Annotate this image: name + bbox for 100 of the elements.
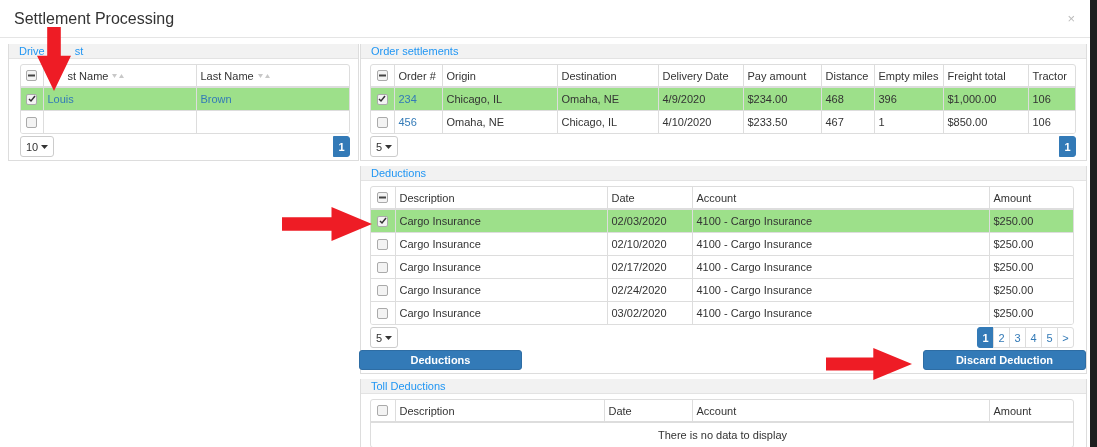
checkbox[interactable]: [377, 215, 389, 227]
checkbox[interactable]: [26, 70, 38, 81]
table-cell: Chicago, IL: [557, 110, 658, 133]
check-icon: [27, 95, 36, 103]
empty-message: There is no data to display: [371, 422, 1073, 447]
window-title: Settlement Processing: [14, 9, 175, 28]
table-cell: 4100 - Cargo Insurance: [692, 209, 989, 233]
page-button[interactable]: >: [1057, 327, 1074, 348]
page-size-dropdown[interactable]: 5: [370, 136, 399, 157]
table-cell: $250.00: [989, 232, 1073, 256]
table-cell: $250.00: [989, 209, 1073, 233]
checkbox[interactable]: [376, 70, 388, 81]
checkbox[interactable]: [377, 192, 389, 203]
column-header[interactable]: Distance: [825, 69, 869, 82]
table-row[interactable]: Cargo Insurance 03/02/2020 4100 - Cargo Insurance $250.00: [371, 301, 1073, 324]
column-header[interactable]: Date: [611, 191, 635, 204]
column-header[interactable]: Tractor: [1032, 69, 1067, 82]
column-header[interactable]: Date: [608, 404, 632, 417]
table-cell: Omaha, NE: [557, 87, 658, 111]
page-size-dropdown[interactable]: 10: [20, 136, 55, 157]
column-header[interactable]: Account: [696, 404, 737, 417]
table-cell: 02/24/2020: [607, 278, 692, 302]
panel-title: Toll Deductions: [371, 380, 446, 392]
table-cell: 02/10/2020: [607, 232, 692, 256]
column-header[interactable]: Account: [696, 191, 737, 204]
panel-title: st: [74, 45, 84, 57]
checkbox[interactable]: [376, 116, 388, 128]
column-header[interactable]: Amount: [993, 404, 1032, 417]
sort-icon[interactable]: [112, 72, 125, 79]
checkbox[interactable]: [376, 93, 388, 105]
panel-title: Deductions: [371, 167, 427, 179]
sort-icon[interactable]: [257, 72, 270, 79]
table-cell: 396: [874, 87, 943, 111]
arrow-icon: [282, 207, 372, 241]
checkbox[interactable]: [26, 116, 38, 128]
column-header[interactable]: Description: [399, 191, 455, 204]
table-cell: Cargo Insurance: [395, 232, 607, 256]
table-cell: 4/9/2020: [658, 87, 743, 111]
panel-title: Order settlements: [371, 45, 459, 57]
column-header[interactable]: Freight total: [947, 69, 1006, 82]
column-header[interactable]: Description: [399, 404, 455, 417]
column-header[interactable]: Destination: [561, 69, 617, 82]
table-cell: 02/03/2020: [607, 209, 692, 233]
table-cell: 4100 - Cargo Insurance: [692, 255, 989, 279]
minus-icon: [378, 74, 386, 77]
panel-title: Drive: [19, 45, 45, 57]
checkbox[interactable]: [377, 307, 389, 319]
table-cell: 02/17/2020: [607, 255, 692, 279]
column-header[interactable]: Amount: [993, 191, 1032, 204]
table-cell: 106: [1028, 110, 1075, 133]
table-cell: 4100 - Cargo Insurance: [692, 232, 989, 256]
column-header[interactable]: Delivery Date: [662, 69, 729, 82]
page-button[interactable]: 1: [333, 136, 350, 157]
caret-icon: [41, 144, 49, 149]
table-cell: $850.00: [943, 110, 1028, 133]
arrow-icon: [826, 348, 912, 380]
check-icon: [378, 217, 387, 225]
column-header[interactable]: Pay amount: [747, 69, 807, 82]
minus-icon: [379, 196, 387, 199]
table-cell: 03/02/2020: [607, 301, 692, 324]
table-row[interactable]: Cargo Insurance 02/03/2020 4100 - Cargo Insurance $250.00: [371, 209, 1073, 233]
table-cell: 4100 - Cargo Insurance: [692, 301, 989, 324]
table-cell: Cargo Insurance: [395, 278, 607, 302]
table-cell: $234.00: [743, 87, 821, 111]
table-cell: 1: [874, 110, 943, 133]
table-cell: $233.50: [743, 110, 821, 133]
action-button[interactable]: Deductions: [359, 350, 522, 370]
table-row[interactable]: 456 Omaha, NE Chicago, IL 4/10/2020 $233.50 467 1 $850.00 106: [371, 110, 1075, 133]
column-header[interactable]: st Name: [67, 69, 109, 82]
table-cell: $250.00: [989, 278, 1073, 302]
column-header[interactable]: Last Name: [200, 69, 254, 82]
table-cell: 467: [821, 110, 874, 133]
table-cell: 4100 - Cargo Insurance: [692, 278, 989, 302]
table-cell: $250.00: [989, 255, 1073, 279]
table-row[interactable]: [21, 110, 349, 133]
page-button[interactable]: 1: [1059, 136, 1076, 157]
table-cell: 468: [821, 87, 874, 111]
checkbox[interactable]: [377, 238, 389, 250]
table-row[interactable]: Cargo Insurance 02/17/2020 4100 - Cargo Insurance $250.00: [371, 255, 1073, 279]
page-size-dropdown[interactable]: 5: [370, 327, 399, 348]
checkbox[interactable]: [377, 284, 389, 296]
table-row[interactable]: Cargo Insurance 02/10/2020 4100 - Cargo Insurance $250.00: [371, 232, 1073, 256]
table-cell: Chicago, IL: [442, 87, 557, 111]
checkbox[interactable]: [26, 93, 38, 105]
table-row[interactable]: Cargo Insurance 02/24/2020 4100 - Cargo Insurance $250.00: [371, 278, 1073, 302]
link[interactable]: 456: [394, 110, 442, 133]
column-header[interactable]: Empty miles: [878, 69, 939, 82]
column-header[interactable]: Origin: [446, 69, 476, 82]
column-header[interactable]: Order #: [398, 69, 436, 82]
caret-icon: [385, 335, 393, 340]
page-button[interactable]: 5: [1041, 327, 1058, 348]
check-icon: [378, 95, 387, 103]
checkbox[interactable]: [377, 261, 389, 273]
table-cell: $250.00: [989, 301, 1073, 324]
checkbox[interactable]: [377, 405, 389, 416]
caret-icon: [385, 144, 393, 149]
action-button[interactable]: Discard Deduction: [923, 350, 1086, 370]
table-row[interactable]: 234 Chicago, IL Omaha, NE 4/9/2020 $234.00 468 396 $1,000.00 106: [371, 87, 1075, 111]
table-cell: Cargo Insurance: [395, 255, 607, 279]
minus-icon: [28, 74, 36, 77]
